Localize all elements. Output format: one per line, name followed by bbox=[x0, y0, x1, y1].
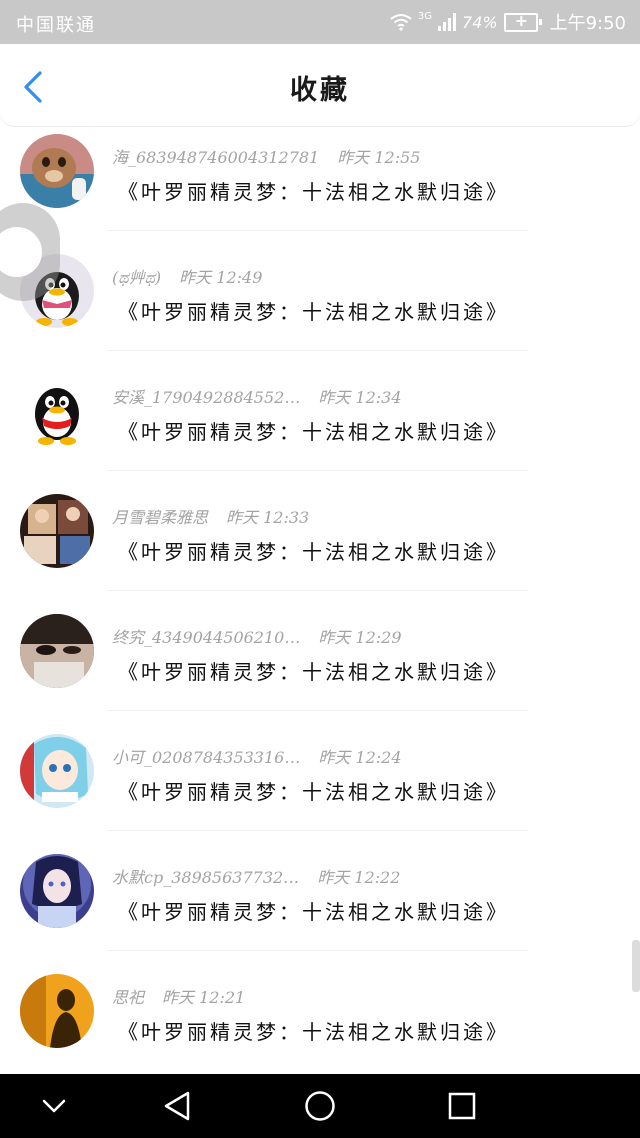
list-item[interactable]: 思祀 昨天 12:21 《叶罗丽精灵梦：十法相之水默归途》 bbox=[0, 966, 640, 1074]
item-title[interactable]: 《叶罗丽精灵梦：十法相之水默归途》 bbox=[118, 296, 509, 325]
clock: 上午9:50 bbox=[549, 13, 626, 34]
item-title[interactable]: 《叶罗丽精灵梦：十法相之水默归途》 bbox=[118, 776, 509, 805]
item-username: 月雪碧柔雅思 昨天 12:33 bbox=[112, 504, 309, 528]
username-text: 思祀 bbox=[112, 988, 145, 1007]
item-title[interactable]: 《叶罗丽精灵梦：十法相之水默归途》 bbox=[118, 416, 509, 445]
item-username: 安溪_1790492884552… 昨天 12:34 bbox=[112, 384, 402, 408]
scrollbar[interactable] bbox=[632, 940, 640, 992]
home-circle-icon[interactable] bbox=[302, 1088, 338, 1124]
avatar[interactable] bbox=[20, 374, 94, 448]
list-item[interactable]: 水默cp_38985637732… 昨天 12:22 《叶罗丽精灵梦：十法相之水默… bbox=[0, 846, 640, 966]
timestamp: 昨天 12:33 bbox=[226, 508, 310, 527]
username-text: 安溪_1790492884552… bbox=[112, 388, 301, 407]
divider bbox=[108, 230, 528, 231]
divider bbox=[108, 590, 528, 591]
list-item[interactable]: 安溪_1790492884552… 昨天 12:34 《叶罗丽精灵梦：十法相之水默… bbox=[0, 366, 640, 486]
carrier-label: 中国联通 bbox=[16, 15, 96, 36]
timestamp: 昨天 12:24 bbox=[318, 748, 402, 767]
item-username: 水默cp_38985637732… 昨天 12:22 bbox=[112, 864, 400, 888]
username-text: 海_683948746004312781 bbox=[112, 148, 320, 167]
list-item[interactable]: 月雪碧柔雅思 昨天 12:33 《叶罗丽精灵梦：十法相之水默归途》 bbox=[0, 486, 640, 606]
network-type: 3G bbox=[417, 10, 433, 22]
list-item[interactable]: 小可_0208784353316… 昨天 12:24 《叶罗丽精灵梦：十法相之水默… bbox=[0, 726, 640, 846]
timestamp: 昨天 12:49 bbox=[179, 268, 263, 287]
system-nav-bar bbox=[0, 1074, 640, 1138]
avatar[interactable] bbox=[20, 134, 94, 208]
back-triangle-icon[interactable] bbox=[160, 1088, 196, 1124]
status-bar: 中国联通 3G 74% + 上午9:50 bbox=[0, 0, 640, 44]
avatar[interactable] bbox=[20, 614, 94, 688]
app-header: 收藏 bbox=[0, 44, 640, 126]
username-text: (ಥ艸ಥ) bbox=[112, 268, 162, 287]
list-item[interactable]: 海_683948746004312781 昨天 12:55 《叶罗丽精灵梦：十法相… bbox=[0, 126, 640, 246]
avatar[interactable] bbox=[20, 854, 94, 928]
list-item[interactable]: 终究_4349044506210… 昨天 12:29 《叶罗丽精灵梦：十法相之水默… bbox=[0, 606, 640, 726]
battery-icon: + bbox=[503, 11, 542, 32]
timestamp: 昨天 12:55 bbox=[337, 148, 421, 167]
battery-percent: 74% bbox=[462, 12, 498, 32]
divider bbox=[108, 950, 528, 951]
wifi-icon bbox=[390, 14, 412, 31]
status-icons: 3G 74% + 上午9:50 bbox=[390, 9, 626, 35]
item-username: (ಥ艸ಥ) 昨天 12:49 bbox=[112, 264, 262, 288]
item-title[interactable]: 《叶罗丽精灵梦：十法相之水默归途》 bbox=[118, 176, 509, 205]
divider bbox=[108, 710, 528, 711]
divider bbox=[108, 830, 528, 831]
divider bbox=[108, 470, 528, 471]
timestamp: 昨天 12:22 bbox=[317, 868, 401, 887]
item-username: 终究_4349044506210… 昨天 12:29 bbox=[112, 624, 402, 648]
page-title: 收藏 bbox=[290, 75, 350, 106]
item-username: 思祀 昨天 12:21 bbox=[112, 984, 245, 1008]
item-username: 海_683948746004312781 昨天 12:55 bbox=[112, 144, 420, 168]
username-text: 月雪碧柔雅思 bbox=[112, 508, 209, 527]
username-text: 水默cp_38985637732… bbox=[112, 868, 300, 887]
timestamp: 昨天 12:29 bbox=[318, 628, 402, 647]
timestamp: 昨天 12:34 bbox=[318, 388, 402, 407]
timestamp: 昨天 12:21 bbox=[162, 988, 246, 1007]
item-title[interactable]: 《叶罗丽精灵梦：十法相之水默归途》 bbox=[118, 656, 509, 685]
avatar[interactable] bbox=[20, 734, 94, 808]
divider bbox=[108, 350, 528, 351]
username-text: 终究_4349044506210… bbox=[112, 628, 301, 647]
favorites-list: 海_683948746004312781 昨天 12:55 《叶罗丽精灵梦：十法相… bbox=[0, 126, 640, 1074]
avatar[interactable] bbox=[20, 974, 94, 1048]
recents-square-icon[interactable] bbox=[444, 1088, 480, 1124]
signal-icon bbox=[438, 13, 457, 31]
chevron-down-icon[interactable] bbox=[36, 1088, 72, 1124]
item-username: 小可_0208784353316… 昨天 12:24 bbox=[112, 744, 402, 768]
floating-assist-button[interactable] bbox=[0, 203, 60, 301]
item-title[interactable]: 《叶罗丽精灵梦：十法相之水默归途》 bbox=[118, 1016, 509, 1045]
item-title[interactable]: 《叶罗丽精灵梦：十法相之水默归途》 bbox=[118, 896, 509, 925]
avatar[interactable] bbox=[20, 494, 94, 568]
item-title[interactable]: 《叶罗丽精灵梦：十法相之水默归途》 bbox=[118, 536, 509, 565]
username-text: 小可_0208784353316… bbox=[112, 748, 301, 767]
list-item[interactable]: (ಥ艸ಥ) 昨天 12:49 《叶罗丽精灵梦：十法相之水默归途》 bbox=[0, 246, 640, 366]
